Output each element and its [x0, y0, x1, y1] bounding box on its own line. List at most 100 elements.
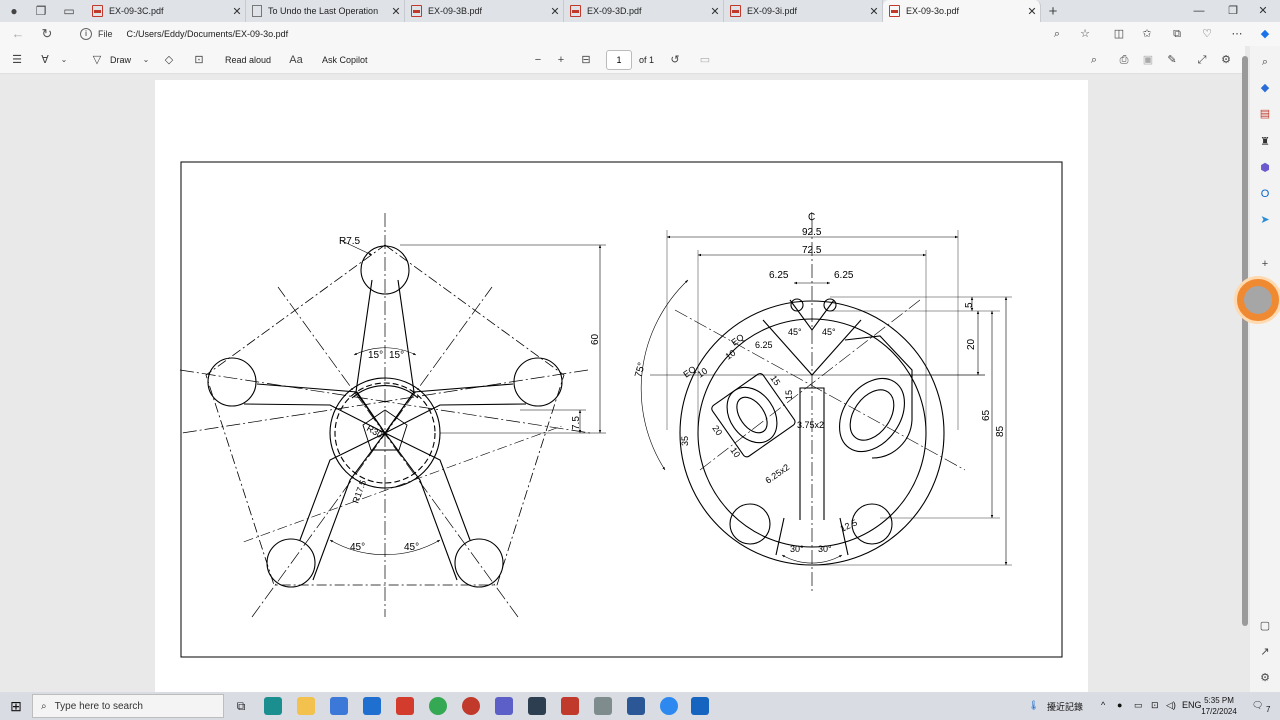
document-icon: [252, 5, 262, 17]
copilot-floating-button[interactable]: [1234, 276, 1280, 324]
new-tab-button[interactable]: +: [1043, 2, 1063, 20]
teams-icon[interactable]: [495, 697, 513, 715]
draw-button[interactable]: Draw: [110, 52, 131, 68]
tab-ex-09-3c[interactable]: EX-09-3C.pdf ✕: [86, 0, 246, 22]
eraser-icon[interactable]: ◇: [161, 52, 177, 68]
url-field[interactable]: i File C:/Users/Eddy/Documents/EX-09-3o.…: [72, 24, 1102, 44]
tray-icon-1[interactable]: ●: [1117, 700, 1122, 710]
app-icon-red[interactable]: [396, 697, 414, 715]
network-icon[interactable]: ⊡: [1151, 700, 1159, 711]
chrome-icon[interactable]: [429, 697, 447, 715]
edge-app-icon[interactable]: [264, 697, 282, 715]
copilot-icon[interactable]: ◆: [1256, 26, 1274, 42]
rotate-icon[interactable]: ↺: [667, 52, 683, 68]
notification-icon[interactable]: 🗨: [1252, 700, 1263, 711]
search-icon[interactable]: ⌕: [1257, 54, 1273, 70]
left-view-labels: R7.5 60 15° 15° 7.5 R30 R17.5 45° 45°: [339, 236, 601, 553]
app-icon-circle[interactable]: [462, 697, 480, 715]
profile-icon[interactable]: ●: [4, 2, 24, 20]
label-6-25b: 6.25: [834, 270, 854, 281]
copilot-apps-icon[interactable]: ⬢: [1257, 160, 1273, 176]
store-icon[interactable]: [330, 697, 348, 715]
workspaces-icon[interactable]: ❐: [31, 2, 51, 20]
collections-icon[interactable]: ⧉: [1168, 26, 1186, 42]
vertical-scrollbar[interactable]: [1242, 56, 1248, 626]
app-icon-dark[interactable]: [528, 697, 546, 715]
file-explorer-icon[interactable]: [297, 697, 315, 715]
print-icon[interactable]: ⎙: [1116, 52, 1132, 68]
thermometer-icon[interactable]: 🌡: [1028, 700, 1039, 711]
read-aloud-button[interactable]: Read aloud: [225, 52, 271, 68]
tab-ex-09-3i[interactable]: EX-09-3i.pdf ✕: [724, 0, 883, 22]
app-icon-globe[interactable]: [660, 697, 678, 715]
label-75deg: 75°: [633, 361, 648, 378]
save-icon[interactable]: ▣: [1140, 52, 1156, 68]
browser-essentials-icon[interactable]: ♡: [1198, 26, 1216, 42]
chevron-up-icon[interactable]: ^: [1101, 700, 1105, 710]
tab-undo-last-operation[interactable]: To Undo the Last Operation ✕: [246, 0, 405, 22]
sidebar-toggle-icon[interactable]: ▢: [1257, 618, 1273, 634]
label-r75: R7.5: [339, 236, 361, 247]
tab-ex-09-3d[interactable]: EX-09-3D.pdf ✕: [564, 0, 724, 22]
more-menu-icon[interactable]: ⋯: [1228, 26, 1246, 42]
close-window-button[interactable]: ✕: [1246, 0, 1280, 22]
back-icon[interactable]: ←: [9, 25, 27, 43]
search-icon[interactable]: ⌕: [1086, 52, 1102, 68]
taskbar-search-box[interactable]: ⌕ Type here to search: [32, 694, 224, 718]
outlook-icon[interactable]: O: [1257, 186, 1273, 202]
ask-copilot-button[interactable]: Ask Copilot: [322, 52, 368, 68]
tab-ex-09-3o[interactable]: EX-09-3o.pdf ✕: [883, 0, 1041, 22]
chevron-down-icon[interactable]: ⌄: [56, 52, 72, 68]
fit-page-icon[interactable]: ⊟: [578, 52, 594, 68]
chevron-down-icon[interactable]: ⌄: [138, 52, 154, 68]
close-icon[interactable]: ✕: [547, 5, 563, 18]
save-as-icon[interactable]: ✎: [1164, 52, 1180, 68]
system-clock[interactable]: 5:35 PM 17/2/2024: [1196, 695, 1242, 717]
page-number-input[interactable]: [606, 50, 632, 70]
split-screen-icon[interactable]: ◫: [1110, 26, 1128, 42]
app-icon-pen[interactable]: [691, 697, 709, 715]
app-icon-blue[interactable]: [627, 697, 645, 715]
volume-icon[interactable]: ◁): [1166, 700, 1176, 711]
close-icon[interactable]: ✕: [229, 5, 245, 18]
chess-icon[interactable]: ♜: [1257, 134, 1273, 150]
close-icon[interactable]: ✕: [707, 5, 723, 18]
contents-icon[interactable]: ☰: [9, 52, 25, 68]
favorites-icon[interactable]: ✩: [1138, 26, 1156, 42]
external-link-icon[interactable]: ↗: [1257, 644, 1273, 660]
right-view-labels: ₵ 92.5 72.5 6.25 6.25 5 20 65 85 75° 45°…: [633, 211, 1006, 554]
favorite-star-icon[interactable]: ☆: [1076, 26, 1094, 42]
windows-start-icon[interactable]: ⊞: [7, 697, 25, 715]
close-icon[interactable]: ✕: [866, 5, 882, 18]
draw-icon[interactable]: ▽: [89, 52, 105, 68]
toolbox-icon[interactable]: ▤: [1257, 106, 1273, 122]
restore-button[interactable]: ❐: [1216, 0, 1250, 22]
autocad-icon[interactable]: [561, 697, 579, 715]
tab-actions-icon[interactable]: ▭: [59, 2, 79, 20]
translate-icon[interactable]: Aa: [288, 52, 304, 68]
app-icon-gray[interactable]: [594, 697, 612, 715]
zoom-in-button[interactable]: +: [553, 52, 569, 68]
text-box-icon[interactable]: ⊡: [191, 52, 207, 68]
fullscreen-icon[interactable]: ⤢: [1194, 52, 1210, 68]
label-85: 85: [995, 425, 1006, 437]
close-icon[interactable]: ✕: [388, 5, 404, 18]
highlight-icon[interactable]: ∀: [37, 52, 53, 68]
page-view-icon[interactable]: ▭: [697, 52, 713, 68]
tray-icon-2[interactable]: ▭: [1134, 700, 1143, 711]
add-icon[interactable]: +: [1257, 256, 1273, 272]
send-icon[interactable]: ➤: [1257, 212, 1273, 228]
settings-gear-icon[interactable]: ⚙: [1218, 52, 1234, 68]
minimize-button[interactable]: —: [1182, 0, 1216, 22]
settings-gear-icon[interactable]: ⚙: [1257, 670, 1273, 686]
refresh-icon[interactable]: ↻: [38, 25, 56, 43]
info-icon[interactable]: i: [80, 28, 92, 40]
tab-ex-09-3b[interactable]: EX-09-3B.pdf ✕: [405, 0, 564, 22]
mail-icon[interactable]: [363, 697, 381, 715]
tag-icon[interactable]: ◆: [1257, 80, 1273, 96]
close-icon[interactable]: ✕: [1024, 5, 1040, 18]
task-view-icon[interactable]: ⧉: [232, 697, 250, 715]
zoom-icon[interactable]: ⌕: [1048, 26, 1066, 42]
label-30a: 30°: [790, 544, 804, 554]
zoom-out-button[interactable]: −: [530, 52, 546, 68]
